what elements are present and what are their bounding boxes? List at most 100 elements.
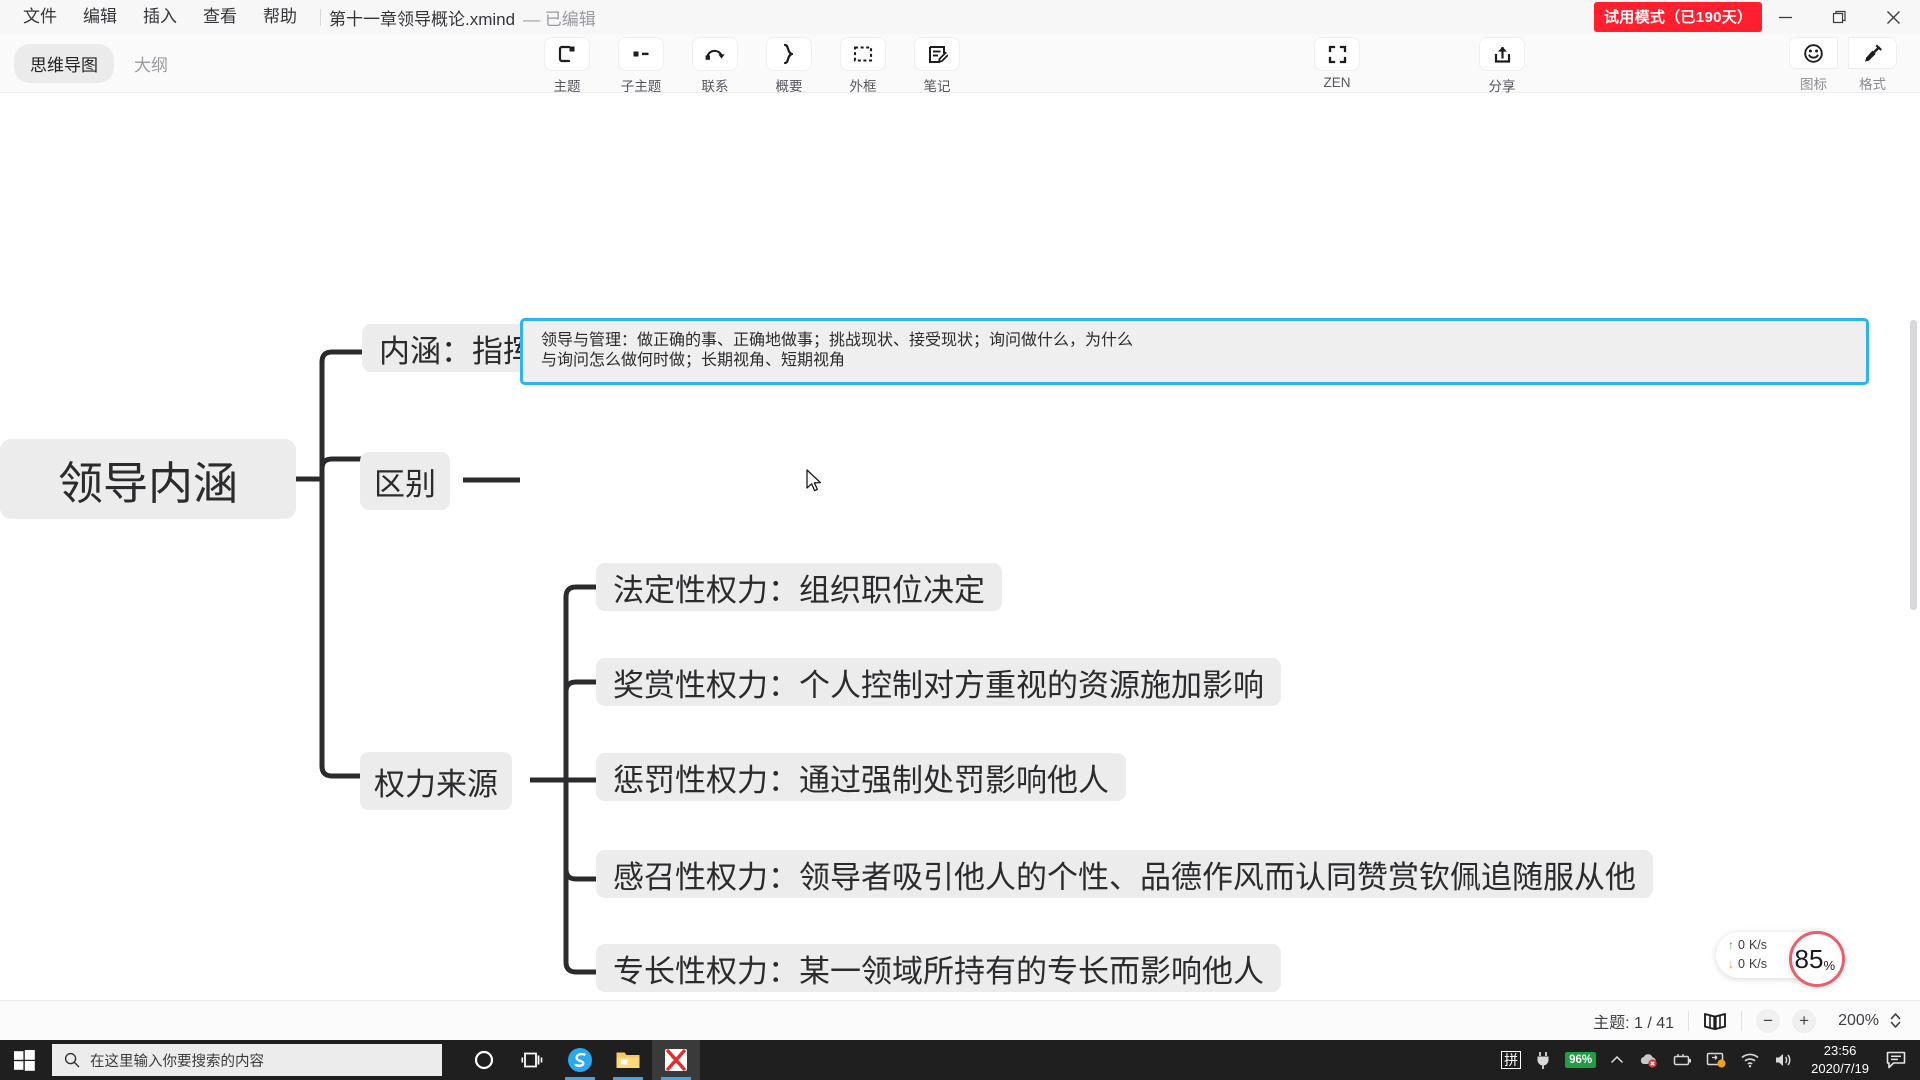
mouse-cursor: [806, 469, 822, 492]
upload-speed-unit: K/s: [1748, 937, 1768, 952]
mindmap-branch-difference[interactable]: 区别: [360, 452, 450, 510]
download-arrow-icon: ↓: [1728, 957, 1734, 972]
summary-brace-icon: [767, 38, 811, 70]
notification-icon[interactable]: [1879, 1040, 1920, 1080]
selected-node-line-2: 与询问怎么做何时做；长期视角、短期视角: [541, 352, 846, 370]
mindmap-root-node[interactable]: 领导内涵: [0, 439, 296, 519]
panel-icons-button[interactable]: 图标: [1784, 38, 1843, 93]
toolbar-relationship-button[interactable]: 联系: [685, 38, 745, 95]
restore-icon[interactable]: [1812, 0, 1866, 34]
map-book-icon[interactable]: [1703, 1011, 1727, 1031]
topic-icon: [545, 38, 589, 70]
cortana-icon[interactable]: [460, 1040, 508, 1080]
smiley-icon: [1790, 38, 1837, 68]
volume-icon[interactable]: [1767, 1040, 1801, 1080]
zoom-out-button[interactable]: −: [1756, 1008, 1781, 1033]
toolbar-boundary-button[interactable]: 外框: [833, 38, 893, 95]
xmind-application-window: 文件 编辑 插入 查看 帮助 第十一章领导概论.xmind — 已编辑 试用模式…: [0, 0, 1920, 1080]
share-upload-icon: [1480, 38, 1524, 70]
battery-percent-badge[interactable]: 96%: [1558, 1040, 1603, 1080]
boundary-dashed-icon: [841, 38, 885, 70]
cloud-sync-icon[interactable]: [1631, 1040, 1665, 1080]
insert-tool-group: 主题 子主题 联系 概要 外框 笔记: [530, 38, 974, 95]
trial-mode-badge[interactable]: 试用模式（已190天）: [1594, 2, 1763, 32]
toolbar-topic-button[interactable]: 主题: [537, 38, 597, 95]
subtopic-icon: [619, 38, 663, 70]
selected-node-line-1: 领导与管理：做正确的事、正确地做事；挑战现状、接受现状；询问做什么，为什么: [541, 332, 1134, 349]
mindmap-leaf-referent-power[interactable]: 感召性权力：领导者吸引他人的个性、品德作风而认同赞赏钦佩追随服从他: [596, 850, 1653, 898]
windows-start-icon[interactable]: [0, 1040, 48, 1080]
toolbar-relationship-label: 联系: [701, 79, 729, 94]
wifi-icon[interactable]: [1733, 1040, 1767, 1080]
toolbar-note-button[interactable]: 笔记: [907, 38, 967, 95]
mindmap-leaf-leadership-vs-management-selected[interactable]: 领导与管理：做正确的事、正确地做事；挑战现状、接受现状；询问做什么，为什么 与询…: [520, 318, 1869, 385]
screen-cast-icon[interactable]: [1699, 1040, 1733, 1080]
toolbar-boundary-label: 外框: [849, 79, 877, 94]
task-view-icon[interactable]: [508, 1040, 556, 1080]
download-speed-unit: K/s: [1748, 957, 1768, 971]
status-divider-1: [1688, 1010, 1690, 1031]
upload-arrow-icon: ↑: [1728, 938, 1734, 953]
toolbar-subtopic-label: 子主题: [620, 79, 662, 94]
toolbar-summary-label: 概要: [775, 79, 803, 94]
tab-outline[interactable]: 大纲: [118, 44, 184, 83]
xmind-icon[interactable]: [652, 1040, 700, 1080]
topic-count: 主题: 1 / 41: [1593, 1014, 1675, 1032]
cpu-usage-value: 85: [1794, 943, 1824, 974]
document-edit-state: — 已编辑: [523, 9, 596, 29]
toolbar-topic-label: 主题: [553, 79, 581, 94]
menu-divider: [320, 8, 321, 26]
mindmap-leaf-expert-power[interactable]: 专长性权力：某一领域所持有的专长而影响他人: [596, 944, 1281, 992]
tab-mindmap[interactable]: 思维导图: [14, 44, 114, 83]
document-title: 第十一章领导概论.xmind: [329, 9, 516, 29]
note-edit-icon: [915, 38, 959, 70]
menu-file[interactable]: 文件: [10, 0, 70, 34]
network-speed-rows: ↑ 0 K/s ↓ 0 K/s: [1728, 936, 1767, 975]
zen-tool-group: ZEN: [1300, 38, 1374, 90]
toolbar-subtopic-button[interactable]: 子主题: [611, 38, 671, 95]
toolbar-zen-label: ZEN: [1323, 75, 1351, 90]
system-tray: 拼 96% 23:56 2020/7/19: [1494, 1040, 1920, 1080]
download-speed-value: 0: [1738, 957, 1745, 971]
share-tool-group: 分享: [1465, 38, 1539, 95]
taskbar-search-input[interactable]: 在这里输入你要搜索的内容: [52, 1044, 442, 1076]
clock-date: 2020/7/19: [1811, 1061, 1869, 1076]
brush-format-icon: [1849, 38, 1896, 68]
menu-view[interactable]: 查看: [190, 0, 250, 34]
windows-taskbar: 在这里输入你要搜索的内容 拼 96% 23:56 2020/7/19: [0, 1040, 1920, 1080]
mindmap-leaf-legitimate-power[interactable]: 法定性权力：组织职位决定: [596, 563, 1002, 611]
fullscreen-brackets-icon: [1315, 38, 1359, 70]
canvas-vscroll-thumb[interactable]: [1910, 320, 1917, 610]
panel-format-label: 格式: [1859, 77, 1886, 92]
ime-indicator[interactable]: 拼: [1494, 1040, 1528, 1080]
menu-help[interactable]: 帮助: [250, 0, 310, 34]
chevron-updown-icon[interactable]: [1889, 1011, 1902, 1030]
cpu-usage-ring[interactable]: 85 %: [1789, 931, 1845, 987]
taskbar-clock[interactable]: 23:56 2020/7/19: [1801, 1042, 1879, 1077]
status-divider-2: [1741, 1010, 1743, 1031]
menu-edit[interactable]: 编辑: [70, 0, 130, 34]
close-icon[interactable]: [1866, 0, 1920, 34]
show-hidden-icons-chevron[interactable]: [1603, 1040, 1631, 1080]
toolbar-note-label: 笔记: [923, 79, 951, 94]
mindmap-branch-power-source[interactable]: 权力来源: [360, 752, 512, 810]
status-bar: 主题: 1 / 41 − + 200%: [0, 1000, 1920, 1040]
panel-format-button[interactable]: 格式: [1843, 38, 1902, 93]
battery-icon[interactable]: [1665, 1040, 1699, 1080]
power-plug-icon[interactable]: [1528, 1040, 1558, 1080]
view-mode-tabs: 思维导图 大纲: [14, 44, 184, 83]
zoom-level-value[interactable]: 200%: [1838, 1012, 1879, 1030]
sogou-browser-icon[interactable]: [556, 1040, 604, 1080]
toolbar-summary-button[interactable]: 概要: [759, 38, 819, 95]
mindmap-leaf-coercive-power[interactable]: 惩罚性权力：通过强制处罚影响他人: [596, 753, 1126, 801]
taskbar-search-placeholder: 在这里输入你要搜索的内容: [90, 1053, 264, 1070]
toolbar-share-label: 分享: [1488, 79, 1516, 94]
file-explorer-icon[interactable]: [604, 1040, 652, 1080]
menu-insert[interactable]: 插入: [130, 0, 190, 34]
mindmap-canvas[interactable]: 领导内涵 区别 权力来源 内涵：指挥、带领、引领和鼓励部下为实现目标而努力的过程…: [0, 94, 1920, 1000]
mindmap-leaf-reward-power[interactable]: 奖赏性权力：个人控制对方重视的资源施加影响: [596, 658, 1281, 706]
zoom-in-button[interactable]: +: [1792, 1008, 1817, 1033]
minimize-icon[interactable]: [1758, 0, 1812, 34]
toolbar-share-button[interactable]: 分享: [1472, 38, 1532, 95]
toolbar-zen-button[interactable]: ZEN: [1307, 38, 1367, 90]
